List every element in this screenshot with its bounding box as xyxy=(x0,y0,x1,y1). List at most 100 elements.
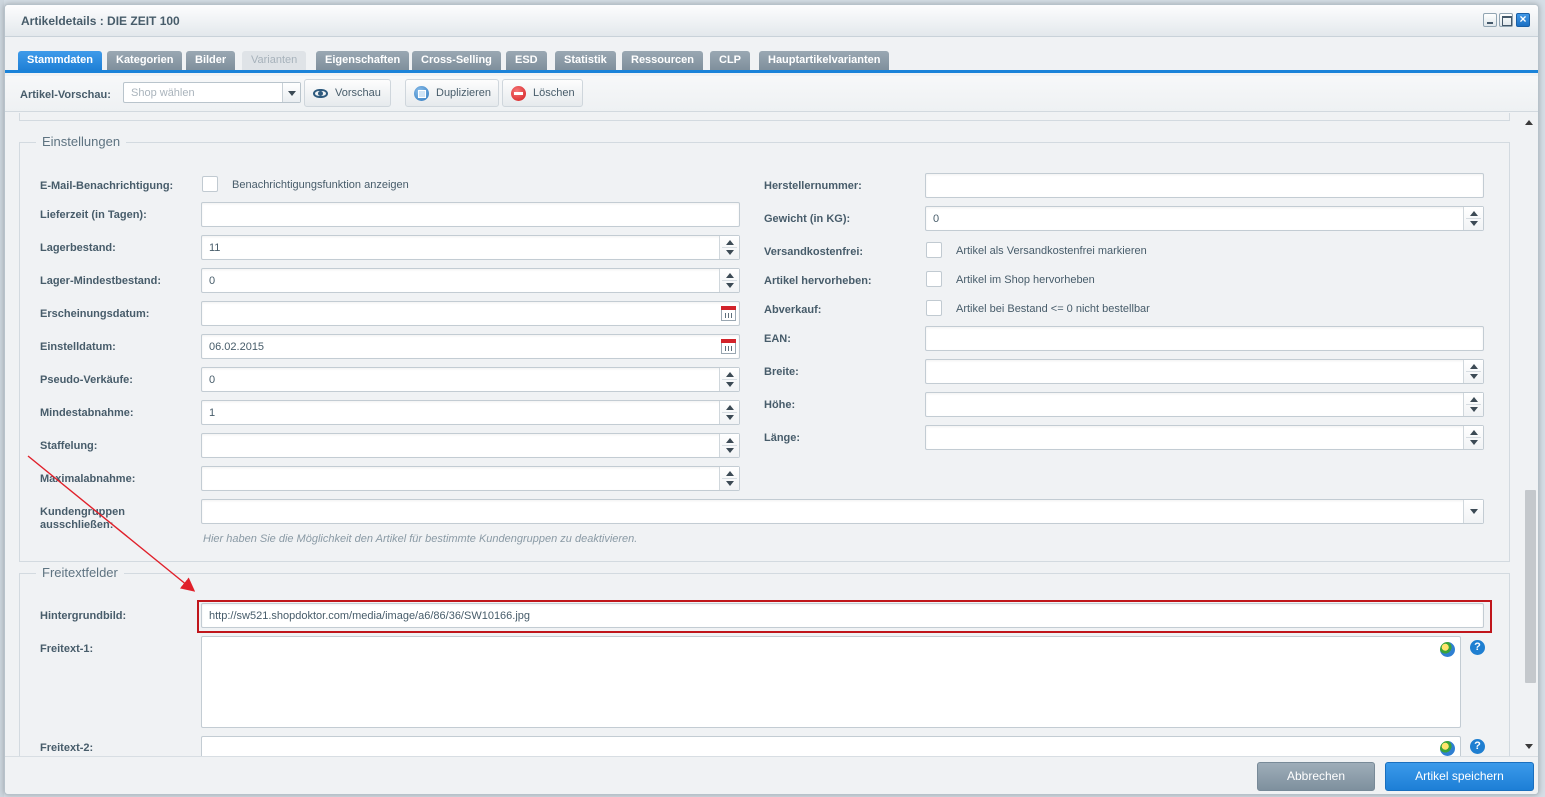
mindestabnahme-stepper[interactable] xyxy=(719,401,739,424)
email-notification-checkbox[interactable] xyxy=(202,176,218,192)
window-footer: Abbrechen Artikel speichern xyxy=(5,756,1538,794)
laenge-label: Länge: xyxy=(764,432,801,444)
cancel-button[interactable]: Abbrechen xyxy=(1257,762,1375,791)
window-titlebar[interactable]: Artikeldetails : DIE ZEIT 100 × xyxy=(5,5,1538,37)
pseudo-verkaeufe-field[interactable]: 0 xyxy=(201,367,740,392)
tab-bilder[interactable]: Bilder xyxy=(186,51,236,70)
hoehe-label: Höhe: xyxy=(764,399,796,411)
kundengruppen-hint: Hier haben Sie die Möglichkeit den Artik… xyxy=(203,533,638,545)
ean-field[interactable] xyxy=(925,326,1484,351)
ean-label: EAN: xyxy=(764,333,791,345)
tab-stammdaten[interactable]: Stammdaten xyxy=(18,51,103,70)
pseudo-verkaeufe-stepper[interactable] xyxy=(719,368,739,391)
tab-clp[interactable]: CLP xyxy=(710,51,750,70)
laenge-field[interactable] xyxy=(925,425,1484,450)
delete-button[interactable]: Löschen xyxy=(502,79,583,107)
minimize-icon[interactable] xyxy=(1483,13,1497,27)
staffelung-stepper[interactable] xyxy=(719,434,739,457)
einstelldatum-value: 06.02.2015 xyxy=(209,341,265,353)
mindestabnahme-field[interactable]: 1 xyxy=(201,400,740,425)
breite-stepper[interactable] xyxy=(1463,360,1483,383)
duplicate-button-label: Duplizieren xyxy=(436,87,492,99)
maximize-icon[interactable] xyxy=(1499,13,1513,27)
preview-button[interactable]: Vorschau xyxy=(304,79,391,107)
mindestabnahme-value: 1 xyxy=(209,407,216,419)
lager-mindestbestand-label: Lager-Mindestbestand: xyxy=(40,275,162,287)
lager-mindestbestand-value: 0 xyxy=(209,275,216,287)
tab-ressourcen[interactable]: Ressourcen xyxy=(622,51,703,70)
save-article-button[interactable]: Artikel speichern xyxy=(1385,762,1534,791)
hoehe-field[interactable] xyxy=(925,392,1484,417)
breite-label: Breite: xyxy=(764,366,799,378)
pseudo-verkaeufe-value: 0 xyxy=(209,374,216,386)
tab-eigenschaften[interactable]: Eigenschaften xyxy=(316,51,410,70)
lagerbestand-stepper[interactable] xyxy=(719,236,739,259)
lager-mindestbestand-stepper[interactable] xyxy=(719,269,739,292)
gewicht-value: 0 xyxy=(933,213,940,225)
abverkauf-checkbox[interactable] xyxy=(926,300,942,316)
hervorheben-label: Artikel hervorheben: xyxy=(764,275,872,287)
herstellernummer-field[interactable] xyxy=(925,173,1484,198)
tab-cross-selling[interactable]: Cross-Selling xyxy=(412,51,501,70)
erscheinungsdatum-field[interactable] xyxy=(201,301,740,326)
tab-hauptartikelvarianten[interactable]: Hauptartikelvarianten xyxy=(759,51,890,70)
calendar-icon[interactable] xyxy=(721,339,736,354)
erscheinungsdatum-label: Erscheinungsdatum: xyxy=(40,308,150,320)
shop-select-trigger[interactable] xyxy=(282,83,300,102)
tab-varianten: Varianten xyxy=(242,51,307,70)
lieferzeit-label: Lieferzeit (in Tagen): xyxy=(40,209,147,221)
globe-icon[interactable] xyxy=(1440,642,1455,657)
scroll-up-icon[interactable] xyxy=(1525,120,1533,125)
tab-statistik[interactable]: Statistik xyxy=(555,51,616,70)
shop-select[interactable]: Shop wählen xyxy=(123,82,301,103)
tab-kategorien[interactable]: Kategorien xyxy=(107,51,183,70)
freitext-1-label: Freitext-1: xyxy=(40,643,94,655)
tab-bar: Stammdaten Kategorien Bilder Varianten E… xyxy=(5,37,1538,73)
tab-esd[interactable]: ESD xyxy=(506,51,547,70)
hervorheben-checkbox[interactable] xyxy=(926,271,942,287)
shop-select-placeholder: Shop wählen xyxy=(131,87,195,99)
freitext-2-field[interactable] xyxy=(201,736,1461,756)
kundengruppen-label: Kundengruppen ausschließen: xyxy=(40,506,125,531)
versandkostenfrei-checkbox[interactable] xyxy=(926,242,942,258)
close-icon[interactable]: × xyxy=(1516,13,1530,27)
lieferzeit-field[interactable] xyxy=(201,202,740,227)
lagerbestand-field[interactable]: 11 xyxy=(201,235,740,260)
maximalabnahme-field[interactable] xyxy=(201,466,740,491)
chevron-down-icon xyxy=(288,91,296,96)
kundengruppen-select[interactable] xyxy=(201,499,1484,524)
freitext-1-field[interactable] xyxy=(201,636,1461,728)
gewicht-stepper[interactable] xyxy=(1463,207,1483,230)
hoehe-stepper[interactable] xyxy=(1463,393,1483,416)
duplicate-button[interactable]: Duplizieren xyxy=(405,79,499,107)
scroll-thumb[interactable] xyxy=(1525,490,1536,683)
abverkauf-checkbox-label: Artikel bei Bestand <= 0 nicht bestellba… xyxy=(956,303,1150,315)
preview-button-label: Vorschau xyxy=(335,87,381,99)
laenge-stepper[interactable] xyxy=(1463,426,1483,449)
settings-legend: Einstellungen xyxy=(36,134,127,149)
highlight-box xyxy=(197,600,1492,633)
hervorheben-checkbox-label: Artikel im Shop hervorheben xyxy=(956,274,1095,286)
chevron-down-icon xyxy=(1470,509,1478,514)
gewicht-field[interactable]: 0 xyxy=(925,206,1484,231)
email-notification-checkbox-label: Benachrichtigungsfunktion anzeigen xyxy=(232,179,409,191)
eye-icon xyxy=(313,86,328,101)
einstelldatum-field[interactable]: 06.02.2015 xyxy=(201,334,740,359)
globe-icon[interactable] xyxy=(1440,741,1455,756)
lager-mindestbestand-field[interactable]: 0 xyxy=(201,268,740,293)
form-scroll-area[interactable]: Einstellungen E-Mail-Benachrichtigung: B… xyxy=(5,113,1520,756)
scroll-down-icon[interactable] xyxy=(1525,744,1533,749)
kundengruppen-trigger[interactable] xyxy=(1463,500,1483,523)
maximalabnahme-stepper[interactable] xyxy=(719,467,739,490)
help-icon[interactable]: ? xyxy=(1470,640,1485,655)
delete-icon xyxy=(511,86,526,101)
calendar-icon[interactable] xyxy=(721,306,736,321)
versandkostenfrei-label: Versandkostenfrei: xyxy=(764,246,864,258)
staffelung-field[interactable] xyxy=(201,433,740,458)
breite-field[interactable] xyxy=(925,359,1484,384)
lagerbestand-value: 11 xyxy=(209,242,221,254)
mindestabnahme-label: Mindestabnahme: xyxy=(40,407,134,419)
email-notification-label: E-Mail-Benachrichtigung: xyxy=(40,180,174,192)
help-icon[interactable]: ? xyxy=(1470,739,1485,754)
vertical-scrollbar[interactable] xyxy=(1520,113,1538,756)
